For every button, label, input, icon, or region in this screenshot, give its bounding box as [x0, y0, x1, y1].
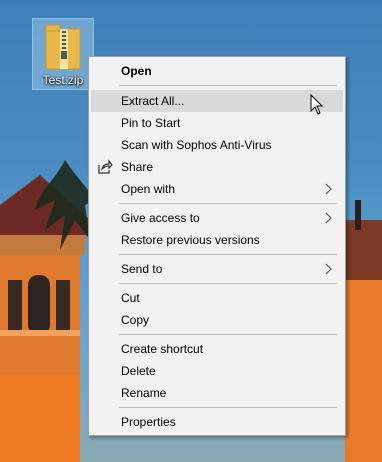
context-menu: Open Extract All... Pin to Start Scan wi… — [88, 56, 346, 436]
menu-item-label: Restore previous versions — [121, 233, 260, 247]
menu-separator — [119, 203, 337, 204]
menu-item-label: Properties — [121, 415, 176, 429]
menu-item-label: Open with — [121, 182, 176, 196]
menu-separator — [119, 254, 337, 255]
chevron-right-icon — [325, 263, 332, 275]
menu-item-label: Share — [121, 160, 154, 174]
menu-item-share[interactable]: Share — [91, 156, 343, 178]
menu-separator — [119, 407, 337, 408]
menu-item-label: Delete — [121, 364, 156, 378]
chevron-right-icon — [325, 183, 332, 195]
right-building-silhouette — [345, 200, 382, 462]
menu-separator — [119, 283, 337, 284]
menu-item-label: Pin to Start — [121, 116, 181, 130]
mouse-pointer-icon — [310, 94, 324, 115]
menu-item-pin-to-start[interactable]: Pin to Start — [91, 112, 343, 134]
zip-folder-icon — [45, 24, 81, 70]
menu-item-send-to[interactable]: Send to — [91, 258, 343, 280]
menu-item-restore-versions[interactable]: Restore previous versions — [91, 229, 343, 251]
menu-item-copy[interactable]: Copy — [91, 309, 343, 331]
menu-item-label: Scan with Sophos Anti-Virus — [121, 138, 272, 152]
menu-item-label: Send to — [121, 262, 163, 276]
menu-item-label: Rename — [121, 386, 167, 400]
menu-item-create-shortcut[interactable]: Create shortcut — [91, 338, 343, 360]
menu-item-extract-all[interactable]: Extract All... — [91, 90, 343, 112]
file-name-label: Test.zip — [42, 73, 84, 87]
chevron-right-icon — [325, 212, 332, 224]
menu-item-label: Cut — [121, 291, 140, 305]
menu-item-open-with[interactable]: Open with — [91, 178, 343, 200]
menu-item-delete[interactable]: Delete — [91, 360, 343, 382]
menu-item-give-access[interactable]: Give access to — [91, 207, 343, 229]
menu-item-label: Copy — [121, 313, 150, 327]
menu-item-label: Give access to — [121, 211, 200, 225]
menu-item-label: Extract All... — [121, 94, 185, 108]
tree-silhouette — [35, 160, 95, 250]
menu-separator — [119, 334, 337, 335]
menu-item-label: Create shortcut — [121, 342, 204, 356]
menu-item-open[interactable]: Open — [91, 60, 343, 82]
share-icon — [98, 159, 113, 174]
zip-file-desktop-icon[interactable]: Test.zip — [32, 18, 94, 90]
menu-item-label: Open — [121, 64, 152, 78]
menu-item-properties[interactable]: Properties — [91, 411, 343, 433]
menu-item-rename[interactable]: Rename — [91, 382, 343, 404]
menu-item-cut[interactable]: Cut — [91, 287, 343, 309]
menu-separator — [119, 85, 337, 86]
menu-item-scan-sophos[interactable]: Scan with Sophos Anti-Virus — [91, 134, 343, 156]
